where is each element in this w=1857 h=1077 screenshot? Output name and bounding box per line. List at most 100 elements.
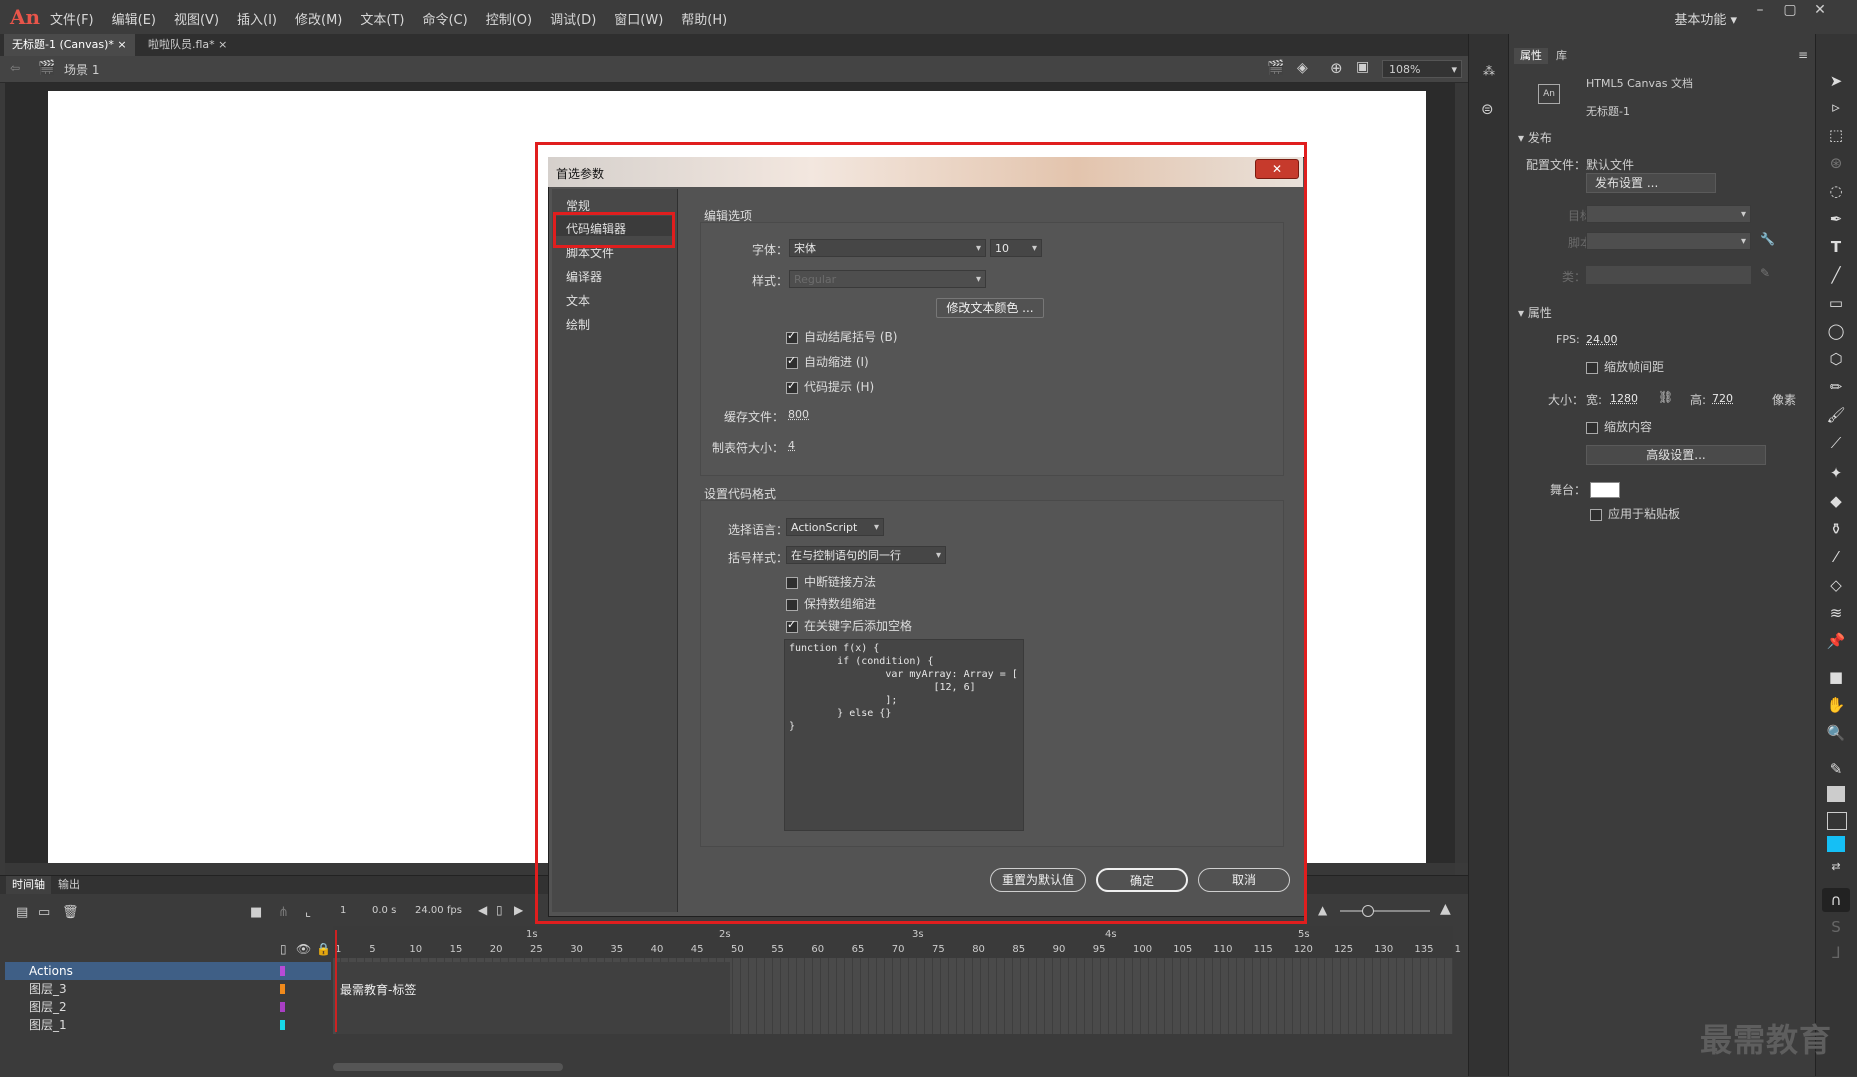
current-time[interactable]: 0.0 s	[372, 905, 396, 916]
menu-modify[interactable]: 修改(M)	[295, 9, 342, 28]
scale-content-checkbox[interactable]: 缩放内容	[1586, 418, 1652, 435]
layer-row[interactable]: 图层_2	[5, 998, 331, 1016]
menu-text[interactable]: 文本(T)	[360, 9, 404, 28]
edit-symbol-icon[interactable]: ◈	[1297, 60, 1308, 76]
publish-settings-button[interactable]: 发布设置 ...	[1586, 173, 1716, 193]
fill-icon[interactable]	[1827, 812, 1847, 830]
tab-timeline[interactable]: 时间轴	[6, 876, 51, 894]
eyedropper-icon[interactable]: ⁄	[1824, 548, 1848, 568]
publish-section-header[interactable]: ▾ 发布	[1518, 129, 1552, 146]
tab-untitled[interactable]: 无标题-1 (Canvas)* ×	[4, 34, 135, 56]
hand-tool-icon[interactable]: ✋	[1824, 696, 1848, 716]
stroke-color-swatch[interactable]	[1827, 786, 1845, 802]
layer-color-swatch[interactable]	[280, 966, 285, 976]
back-arrow-icon[interactable]: ⇦	[10, 61, 20, 75]
menu-view[interactable]: 视图(V)	[174, 9, 219, 28]
zoom-select[interactable]: 108% ▾	[1382, 60, 1462, 78]
delete-layer-icon[interactable]: 🗑	[62, 905, 79, 920]
menu-window[interactable]: 窗口(W)	[614, 9, 663, 28]
scene-label[interactable]: 场景 1	[64, 61, 99, 78]
menu-file[interactable]: 文件(F)	[50, 9, 94, 28]
subselection-tool-icon[interactable]: ▹	[1824, 98, 1848, 118]
3d-rotation-icon[interactable]: ⊛	[1824, 154, 1848, 174]
script-select[interactable]: ▾	[1586, 232, 1751, 250]
close-tab-icon[interactable]: ×	[218, 38, 227, 51]
current-frame[interactable]: 1	[340, 905, 346, 916]
layer-color-swatch[interactable]	[280, 1002, 285, 1012]
pen-tool-icon[interactable]: ✒	[1824, 210, 1848, 230]
brush-tool-icon[interactable]: ⟋	[1824, 434, 1848, 454]
scale-spans-box[interactable]	[1586, 361, 1598, 374]
menu-debug[interactable]: 调试(D)	[550, 9, 596, 28]
advanced-settings-button[interactable]: 高级设置...	[1586, 445, 1766, 465]
close-window-icon[interactable]: ✕	[1805, 2, 1835, 22]
close-tab-icon[interactable]: ×	[117, 38, 126, 51]
edit-scene-icon[interactable]: 🎬	[1267, 60, 1284, 76]
pencil-tool-icon[interactable]: ✏	[1824, 378, 1848, 398]
center-stage-icon[interactable]: ⊕	[1330, 59, 1343, 77]
stage-vertical-scrollbar[interactable]	[1455, 83, 1468, 863]
width-value[interactable]: 1280	[1610, 392, 1638, 405]
motion-presets-icon[interactable]: ⁂	[1483, 64, 1495, 78]
oval-tool-icon[interactable]: ◯	[1824, 322, 1848, 342]
layer-color-swatch[interactable]	[280, 1020, 285, 1030]
playhead[interactable]	[335, 930, 337, 1032]
visibility-eye-icon[interactable]: 👁	[296, 942, 311, 956]
zoom-in-timeline-icon[interactable]: ▲	[1440, 901, 1451, 917]
link-icon[interactable]: ⛓	[1658, 390, 1673, 404]
menu-control[interactable]: 控制(O)	[486, 9, 532, 28]
target-select[interactable]: ▾	[1586, 205, 1751, 223]
wrench-icon[interactable]: 🔧	[1760, 232, 1775, 246]
menu-edit[interactable]: 编辑(E)	[112, 9, 156, 28]
next-frame-icon[interactable]: ▶	[514, 903, 523, 917]
swap-colors-icon[interactable]: ⇄	[1824, 860, 1848, 880]
rectangle-tool-icon[interactable]: ▭	[1824, 294, 1848, 314]
apply-pasteboard-checkbox[interactable]: 应用于粘贴板	[1590, 505, 1680, 522]
stroke-color-icon[interactable]: ✎	[1824, 760, 1848, 780]
lasso-icon[interactable]: ◌	[1824, 182, 1848, 202]
ink-bottle-icon[interactable]: ⚱	[1824, 520, 1848, 540]
timeline-zoom-slider[interactable]	[1340, 910, 1430, 912]
menu-commands[interactable]: 命令(C)	[422, 9, 467, 28]
new-folder-icon[interactable]: ▭	[38, 905, 50, 920]
timeline-ruler[interactable]: 1 5 10 15 20 25 30 35 40 45 50 55 60 65 70 75 80 85 90 95 10…	[333, 926, 1461, 959]
workspace-switcher[interactable]: 基本功能 ▾	[1674, 9, 1737, 28]
layer-row[interactable]: 图层_3	[5, 980, 331, 998]
tab-properties[interactable]: 属性	[1514, 48, 1548, 64]
selection-tool-icon[interactable]: ➤	[1824, 72, 1848, 92]
smooth-icon[interactable]: S	[1824, 918, 1848, 938]
lock-icon[interactable]: 🔒	[316, 942, 331, 956]
fill-color-swatch[interactable]	[1827, 836, 1845, 852]
bone-tool-icon[interactable]: ✦	[1824, 464, 1848, 484]
width-tool-icon[interactable]: ≋	[1824, 604, 1848, 624]
class-input[interactable]	[1586, 266, 1751, 284]
free-transform-icon[interactable]: ⬚	[1824, 126, 1848, 146]
filled-frames[interactable]	[336, 962, 730, 1034]
stage-color-swatch[interactable]	[1590, 482, 1620, 498]
panel-menu-icon[interactable]: ≡	[1798, 48, 1808, 62]
paint-brush-icon[interactable]: 🖌	[1824, 406, 1848, 426]
straighten-icon[interactable]: ᒧ	[1824, 944, 1848, 964]
scale-content-box[interactable]	[1586, 421, 1598, 434]
minimize-icon[interactable]: –	[1745, 2, 1775, 22]
graph-icon[interactable]: ⌞	[305, 905, 311, 920]
text-tool-icon[interactable]: T	[1824, 238, 1848, 258]
apply-pasteboard-box[interactable]	[1590, 508, 1602, 521]
snap-magnet-icon[interactable]: ∩	[1822, 888, 1850, 912]
pencil-icon[interactable]: ✎	[1760, 266, 1770, 280]
props-section-header[interactable]: ▾ 属性	[1518, 304, 1552, 321]
height-value[interactable]: 720	[1712, 392, 1733, 405]
menu-insert[interactable]: 插入(I)	[237, 9, 277, 28]
cc-libraries-icon[interactable]: ⊜	[1481, 100, 1494, 118]
prev-frame-icon[interactable]: ◀	[478, 903, 487, 917]
camera-tool-icon[interactable]: ■	[1824, 668, 1848, 688]
pin-tool-icon[interactable]: 📌	[1824, 632, 1848, 652]
layer-color-swatch[interactable]	[280, 984, 285, 994]
keyframe-icon[interactable]: ▯	[496, 903, 503, 917]
layer-row[interactable]: 图层_1	[5, 1016, 331, 1034]
camera-icon[interactable]: ■	[250, 905, 262, 920]
timeline-scrollbar[interactable]	[333, 1063, 563, 1071]
paint-bucket-icon[interactable]: ◆	[1824, 492, 1848, 512]
clip-icon[interactable]: ▣	[1356, 59, 1369, 75]
menu-help[interactable]: 帮助(H)	[681, 9, 727, 28]
